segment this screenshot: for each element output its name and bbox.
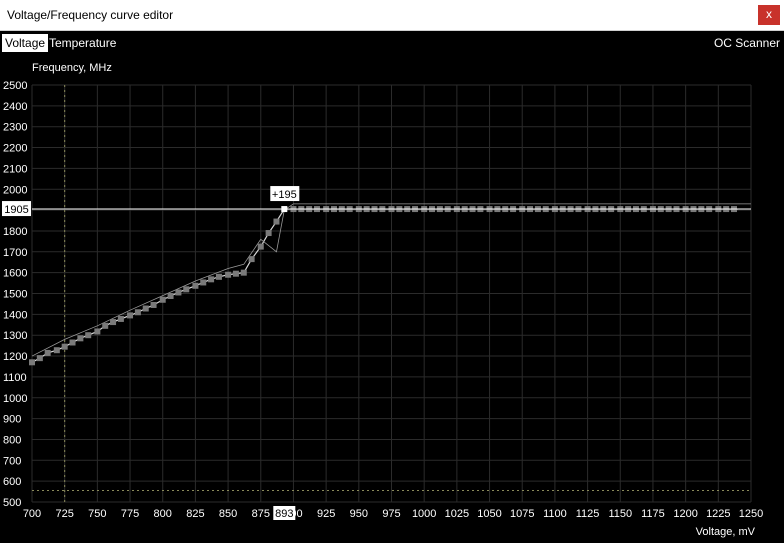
curve-point[interactable] (94, 328, 101, 335)
y-tick-label: 1200 (3, 351, 27, 363)
curve-point[interactable] (167, 293, 174, 300)
x-tick-label: 825 (186, 508, 204, 520)
curve-point[interactable] (265, 230, 272, 237)
curve-point[interactable] (208, 276, 215, 283)
curve-point[interactable] (225, 271, 232, 278)
y-tick-label: 2300 (3, 122, 27, 134)
y-tick-label: 900 (3, 414, 21, 426)
x-tick-labels: 7007257507758008258508759009259509751000… (23, 508, 763, 520)
x-tick-label: 1175 (641, 508, 665, 520)
x-tick-label: 1000 (412, 508, 436, 520)
vf-curve-line (31, 208, 738, 363)
x-tick-label: 925 (317, 508, 335, 520)
y-tick-label: 700 (3, 455, 21, 467)
curve-point[interactable] (102, 322, 109, 329)
curve-point[interactable] (248, 256, 255, 263)
x-tick-label: 700 (23, 508, 41, 520)
curve-point[interactable] (44, 349, 51, 356)
curve-point[interactable] (142, 305, 149, 312)
curve-point[interactable] (183, 286, 190, 293)
y-tick-label: 2200 (3, 143, 27, 155)
x-axis-title: Voltage, mV (696, 526, 756, 538)
curve-point[interactable] (232, 270, 239, 277)
x-tick-label: 750 (88, 508, 106, 520)
curve-point[interactable] (240, 269, 247, 276)
curve-point[interactable] (127, 312, 134, 319)
curve-point[interactable] (257, 243, 264, 250)
curve-point[interactable] (192, 282, 199, 289)
x-tick-label: 1200 (673, 508, 697, 520)
curve-point[interactable] (200, 279, 207, 286)
y-tick-label: 500 (3, 497, 21, 509)
curve-point[interactable] (110, 319, 117, 326)
y-tick-label: 2000 (3, 184, 27, 196)
selected-voltage-label: 893 (275, 508, 293, 520)
x-tick-label: 950 (350, 508, 368, 520)
x-tick-label: 1100 (543, 508, 567, 520)
x-tick-label: 1225 (706, 508, 730, 520)
x-tick-label: 725 (56, 508, 74, 520)
vf-curve-chart[interactable]: Frequency, MHz Voltage, mV 500 600 700 800 9… (0, 0, 784, 543)
curve-point[interactable] (36, 355, 43, 362)
x-tick-label: 1050 (477, 508, 501, 520)
y-tick-labels: 500 600 700 800 900 1000 1100 1200 1300 1400 1500 1… (3, 80, 27, 509)
y-axis-title: Frequency, MHz (32, 62, 112, 74)
curve-points[interactable] (29, 206, 738, 366)
curve-point[interactable] (134, 309, 141, 316)
curve-point[interactable] (159, 296, 166, 303)
curve-point[interactable] (29, 359, 35, 366)
x-tick-label: 975 (382, 508, 400, 520)
x-tick-label: 875 (252, 508, 270, 520)
y-tick-label: 2400 (3, 101, 27, 113)
y-tick-label: 2100 (3, 163, 27, 175)
curve-point[interactable] (53, 347, 60, 354)
selection-markers: 1905 893 +195 (2, 186, 751, 520)
curve-point[interactable] (69, 339, 76, 346)
y-tick-label: 800 (3, 434, 21, 446)
y-tick-label: 1100 (3, 372, 27, 384)
y-tick-label: 1500 (3, 289, 27, 301)
curve-point[interactable] (117, 315, 124, 322)
curve-point[interactable] (77, 335, 84, 342)
x-tick-label: 1025 (445, 508, 469, 520)
x-tick-label: 1150 (608, 508, 632, 520)
y-tick-label: 1000 (3, 393, 27, 405)
curve-point[interactable] (85, 332, 92, 339)
y-tick-label: 600 (3, 476, 21, 488)
curve-point[interactable] (273, 218, 280, 225)
x-tick-label: 1125 (576, 508, 600, 520)
y-tick-label: 1700 (3, 247, 27, 259)
y-tick-label: 1600 (3, 268, 27, 280)
curve-point[interactable] (215, 273, 222, 280)
y-tick-label: 1300 (3, 330, 27, 342)
x-tick-label: 775 (121, 508, 139, 520)
selected-frequency-label: 1905 (4, 204, 28, 216)
y-tick-label: 2500 (3, 80, 27, 92)
curve-point[interactable] (175, 289, 182, 296)
x-tick-label: 800 (154, 508, 172, 520)
x-tick-label: 1250 (739, 508, 763, 520)
offset-label: +195 (272, 189, 297, 201)
curve-point[interactable] (150, 301, 157, 308)
y-tick-label: 1400 (3, 309, 27, 321)
y-tick-label: 1800 (3, 226, 27, 238)
x-tick-label: 1075 (510, 508, 534, 520)
x-tick-label: 850 (219, 508, 237, 520)
curve-point[interactable] (61, 343, 68, 350)
chart-grid (31, 84, 752, 503)
